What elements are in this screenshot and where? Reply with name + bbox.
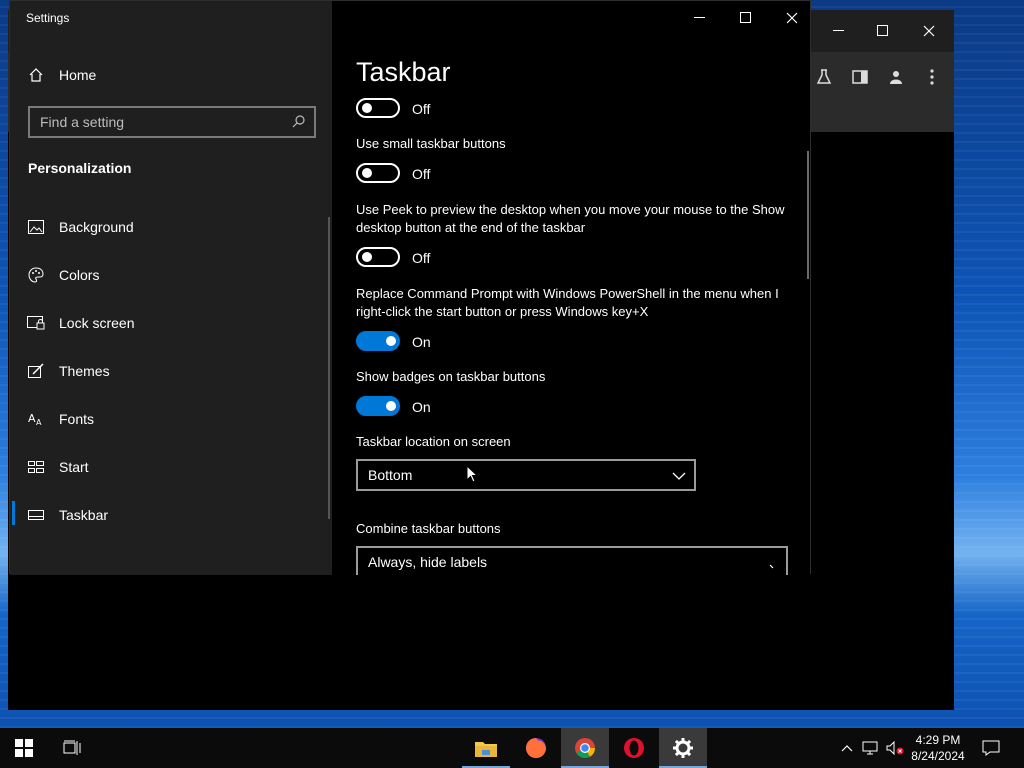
firefox-icon — [526, 738, 546, 758]
combine-label: Combine taskbar buttons — [356, 521, 501, 536]
profile-icon[interactable] — [884, 65, 908, 89]
browser-close-button[interactable] — [906, 20, 952, 42]
taskbar-icon — [27, 506, 45, 524]
dropdown-value: Bottom — [368, 467, 413, 483]
sidebar-item-start[interactable]: Start — [10, 447, 332, 487]
sidebar-item-label: Taskbar — [59, 507, 109, 523]
sidebar-item-label: Fonts — [59, 411, 95, 427]
sidebar-item-themes[interactable]: Themes — [10, 351, 332, 391]
sidebar-item-home[interactable]: Home — [10, 55, 332, 95]
browser-minimize-button[interactable] — [816, 20, 862, 42]
clock-time: 4:29 PM — [915, 733, 961, 747]
action-center-button[interactable] — [978, 728, 1004, 768]
sidebar-item-label: Colors — [59, 267, 100, 283]
chevron-down-icon — [764, 560, 778, 575]
active-item-indicator — [12, 501, 15, 525]
small-buttons-toggle[interactable] — [356, 163, 400, 183]
clock-date: 8/24/2024 — [911, 749, 965, 763]
home-icon — [27, 66, 45, 84]
volume-muted-icon — [886, 741, 904, 755]
chevron-down-icon — [672, 468, 686, 486]
minimize-button[interactable] — [680, 7, 720, 29]
fonts-icon: AA — [27, 410, 45, 428]
badges-toggle[interactable] — [356, 396, 400, 416]
settings-window[interactable]: Settings Home Find a setting Personaliza… — [9, 0, 811, 575]
gear-icon — [673, 738, 693, 758]
option-label: Show badges on taskbar buttons — [356, 369, 546, 384]
search-input[interactable]: Find a setting — [28, 106, 316, 138]
windows-logo-icon — [15, 739, 33, 757]
sidebar-item-lock-screen[interactable]: Lock screen — [10, 303, 332, 343]
task-view-button[interactable] — [48, 728, 96, 768]
task-view-icon — [63, 740, 81, 755]
network-icon — [862, 741, 878, 755]
flask-icon[interactable] — [812, 65, 836, 89]
opera-button[interactable] — [610, 728, 658, 768]
system-clock[interactable]: 4:29 PM 8/24/2024 — [904, 732, 972, 764]
location-label: Taskbar location on screen — [356, 434, 511, 449]
option-label: Use Peek to preview the desktop when you… — [356, 202, 785, 235]
toggle-state: Off — [412, 101, 431, 117]
option-label: Replace Command Prompt with Windows Powe… — [356, 286, 779, 319]
sidebar-item-taskbar[interactable]: Taskbar — [10, 495, 332, 535]
peek-toggle[interactable] — [356, 247, 400, 267]
page-title: Taskbar — [356, 57, 451, 87]
sidebar-home-label: Home — [59, 67, 97, 83]
maximize-button[interactable] — [726, 7, 766, 29]
chrome-icon — [575, 738, 596, 759]
dropdown-value: Always, hide labels — [368, 554, 488, 570]
toggle-state: Off — [412, 250, 431, 266]
start-button[interactable] — [0, 728, 48, 768]
toggle-switch[interactable] — [356, 98, 400, 118]
taskbar-location-dropdown[interactable]: Bottom — [356, 459, 696, 491]
option-label: Use small taskbar buttons — [356, 136, 506, 151]
combine-buttons-dropdown[interactable]: Always, hide labels — [356, 546, 788, 575]
settings-content: Taskbar Off Use small taskbar buttons Of… — [332, 1, 810, 575]
lock-screen-icon — [27, 314, 45, 332]
show-hidden-icons-button[interactable] — [836, 728, 858, 768]
firefox-button[interactable] — [512, 728, 560, 768]
close-button[interactable] — [772, 7, 810, 29]
start-icon — [27, 458, 45, 476]
search-icon[interactable] — [292, 114, 306, 133]
sidebar-item-colors[interactable]: Colors — [10, 255, 332, 295]
toggle-state: On — [412, 399, 431, 415]
network-button[interactable] — [860, 728, 882, 768]
themes-icon — [27, 362, 45, 380]
picture-icon — [27, 218, 45, 236]
search-placeholder: Find a setting — [40, 114, 125, 130]
sidebar-item-label: Themes — [59, 363, 110, 379]
mouse-cursor-icon — [466, 464, 479, 488]
svg-text:A: A — [28, 412, 36, 425]
window-title: Settings — [26, 11, 70, 25]
toggle-state: On — [412, 334, 431, 350]
chrome-button[interactable] — [561, 728, 609, 768]
svg-text:A: A — [36, 418, 42, 427]
toggle-state: Off — [412, 166, 431, 182]
chevron-up-icon — [841, 745, 853, 752]
opera-icon — [624, 738, 644, 758]
settings-button[interactable] — [659, 728, 707, 768]
sidebar-item-label: Start — [59, 459, 89, 475]
sidebar-item-label: Background — [59, 219, 134, 235]
folder-icon — [475, 742, 497, 757]
browser-maximize-button[interactable] — [860, 20, 906, 42]
sidebar-item-background[interactable]: Background — [10, 207, 332, 247]
sidebar-item-label: Lock screen — [59, 315, 135, 331]
powershell-toggle[interactable] — [356, 331, 400, 351]
volume-button[interactable] — [884, 728, 906, 768]
kebab-menu-icon[interactable] — [920, 65, 944, 89]
sidebar-scrollbar[interactable] — [328, 217, 330, 519]
side-panel-icon[interactable] — [848, 65, 872, 89]
content-scrollbar[interactable] — [807, 151, 809, 279]
notification-icon — [982, 740, 1000, 756]
settings-sidebar: Settings Home Find a setting Personaliza… — [10, 1, 332, 575]
section-heading: Personalization — [28, 160, 132, 176]
windows-taskbar: 4:29 PM 8/24/2024 — [0, 728, 1024, 768]
sidebar-item-fonts[interactable]: AA Fonts — [10, 399, 332, 439]
palette-icon — [27, 266, 45, 284]
file-explorer-button[interactable] — [462, 728, 510, 768]
